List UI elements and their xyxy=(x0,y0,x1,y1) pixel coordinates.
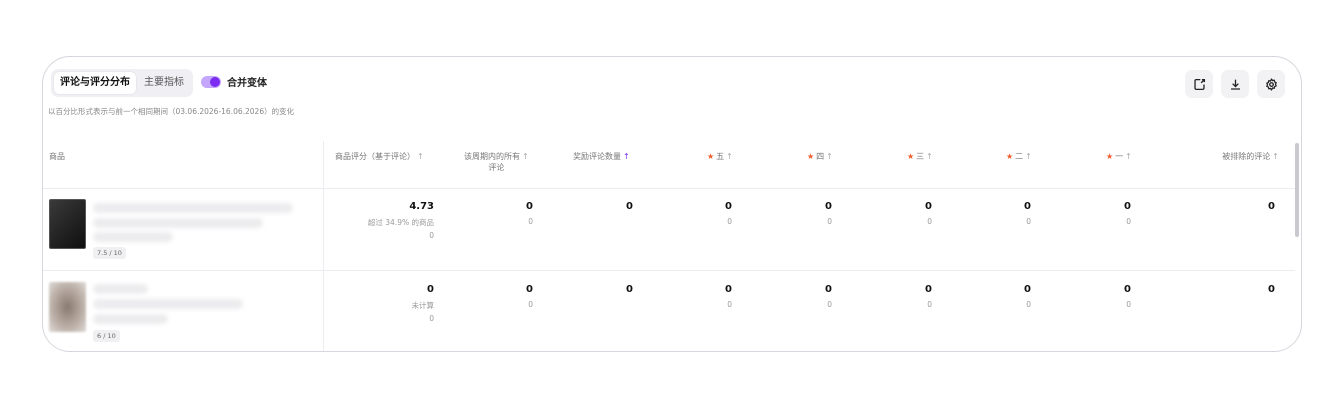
col-all-reviews[interactable]: 该周期内的所有 ↑ 评论 xyxy=(464,151,529,173)
sort-arrow-icon: ↑ xyxy=(1125,152,1132,161)
rating-change: 0 xyxy=(429,231,434,240)
merge-variants-toggle[interactable] xyxy=(201,75,221,88)
reviews-card: 评论与评分分布 主要指标 合并变体 以百分比形式表示与前一个相同期间（03.06… xyxy=(42,56,1302,352)
product-info-blurred xyxy=(93,299,243,309)
star-icon: ★ xyxy=(1006,152,1014,161)
five-star-value: 0 xyxy=(725,284,732,295)
col-two-star[interactable]: ★ 二 ↑ xyxy=(1006,151,1032,162)
product-name-blurred xyxy=(93,284,148,294)
rating-value: 4.73 xyxy=(409,201,434,212)
one-star-value: 0 xyxy=(1124,201,1131,212)
col-one-star[interactable]: ★ 一 ↑ xyxy=(1106,151,1132,162)
five-star-change: 0 xyxy=(727,300,732,309)
toggle-knob xyxy=(210,76,220,87)
tab-group: 评论与评分分布 主要指标 xyxy=(51,69,193,97)
col-product[interactable]: 商品 xyxy=(49,151,65,162)
star-icon: ★ xyxy=(707,152,715,161)
merge-variants-control: 合并变体 xyxy=(201,74,267,89)
col-excluded[interactable]: 被排除的评论 ↑ xyxy=(1222,151,1279,162)
excluded-value: 0 xyxy=(1268,284,1275,295)
export-button[interactable] xyxy=(1185,70,1213,98)
two-star-value: 0 xyxy=(1024,201,1031,212)
rewarded-value: 0 xyxy=(626,201,633,212)
four-star-change: 0 xyxy=(827,300,832,309)
sort-arrow-icon: ↑ xyxy=(726,152,733,161)
three-star-value: 0 xyxy=(925,284,932,295)
col-three-star[interactable]: ★ 三 ↑ xyxy=(907,151,933,162)
table-header: 商品 商品评分（基于评论） ↑ 该周期内的所有 ↑ 评论 奖励评论数量 ↑ ★ 五 ↑ ★ 四… xyxy=(43,141,1295,189)
table-row[interactable]: 7.5 / 10 4.73 超过 34.9% 的商品 0 0 0 0 0 0 0… xyxy=(43,189,1295,271)
star-icon: ★ xyxy=(807,152,815,161)
sort-arrow-icon: ↑ xyxy=(1272,152,1279,161)
two-star-change: 0 xyxy=(1026,217,1031,226)
col-four-star[interactable]: ★ 四 ↑ xyxy=(807,151,833,162)
three-star-change: 0 xyxy=(927,300,932,309)
five-star-change: 0 xyxy=(727,217,732,226)
product-thumbnail[interactable] xyxy=(49,199,86,249)
product-score-badge: 6 / 10 xyxy=(93,330,120,342)
five-star-value: 0 xyxy=(725,201,732,212)
rating-percentile: 超过 34.9% 的商品 xyxy=(367,218,434,227)
settings-icon xyxy=(1265,77,1277,91)
all-reviews-change: 0 xyxy=(528,217,533,226)
one-star-change: 0 xyxy=(1126,300,1131,309)
export-icon xyxy=(1193,78,1205,90)
one-star-value: 0 xyxy=(1124,284,1131,295)
three-star-change: 0 xyxy=(927,217,932,226)
rewarded-value: 0 xyxy=(626,284,633,295)
all-reviews-value: 0 xyxy=(526,201,533,212)
four-star-value: 0 xyxy=(825,201,832,212)
table-row[interactable]: 6 / 10 0 未计算 0 0 0 0 0 0 0 0 0 0 0 0 0 0… xyxy=(43,272,1295,351)
one-star-change: 0 xyxy=(1126,217,1131,226)
star-icon: ★ xyxy=(907,152,915,161)
merge-variants-label: 合并变体 xyxy=(227,78,267,89)
sort-arrow-icon: ↑ xyxy=(926,152,933,161)
sort-arrow-icon: ↑ xyxy=(1025,152,1032,161)
col-five-star[interactable]: ★ 五 ↑ xyxy=(707,151,733,162)
excluded-value: 0 xyxy=(1268,201,1275,212)
toolbar xyxy=(1185,70,1285,98)
two-star-value: 0 xyxy=(1024,284,1031,295)
rating-value: 0 xyxy=(427,284,434,295)
download-icon xyxy=(1230,79,1240,90)
col-rewarded[interactable]: 奖励评论数量 ↑ xyxy=(573,151,630,162)
all-reviews-value: 0 xyxy=(526,284,533,295)
three-star-value: 0 xyxy=(925,201,932,212)
product-score-badge: 7.5 / 10 xyxy=(93,247,126,259)
period-comparison-note: 以百分比形式表示与前一个相同期间（03.06.2026-16.06.2026）的… xyxy=(48,107,295,116)
four-star-change: 0 xyxy=(827,217,832,226)
product-thumbnail[interactable] xyxy=(49,282,86,332)
star-icon: ★ xyxy=(1106,152,1114,161)
rating-change: 0 xyxy=(429,314,434,323)
col-rating[interactable]: 商品评分（基于评论） ↑ xyxy=(335,151,424,162)
product-sku-blurred xyxy=(93,314,168,324)
product-name-blurred xyxy=(93,203,293,213)
sort-arrow-icon: ↑ xyxy=(522,152,529,161)
settings-button[interactable] xyxy=(1257,70,1285,98)
rating-percentile: 未计算 xyxy=(411,301,435,310)
vertical-scrollbar[interactable] xyxy=(1295,143,1299,237)
tab-reviews-rating[interactable]: 评论与评分分布 xyxy=(54,72,136,94)
tab-main-metrics[interactable]: 主要指标 xyxy=(138,72,190,94)
sort-arrow-icon: ↑ xyxy=(417,152,424,161)
product-sku-blurred xyxy=(93,232,173,242)
four-star-value: 0 xyxy=(825,284,832,295)
product-info-blurred xyxy=(93,218,263,228)
two-star-change: 0 xyxy=(1026,300,1031,309)
sort-arrow-icon: ↑ xyxy=(623,152,630,161)
sort-arrow-icon: ↑ xyxy=(826,152,833,161)
all-reviews-change: 0 xyxy=(528,300,533,309)
download-button[interactable] xyxy=(1221,70,1249,98)
